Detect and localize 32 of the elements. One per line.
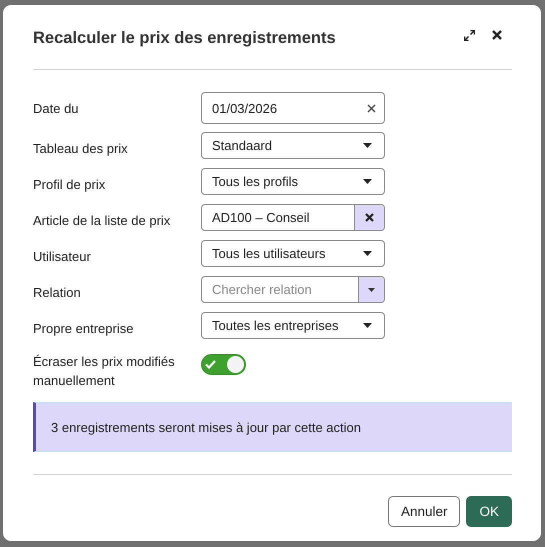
select-field[interactable]: Toutes les entreprises [201, 312, 385, 339]
field-label: Tableau des prix [33, 140, 129, 158]
field-label: Date du [33, 100, 80, 118]
selected-item-field[interactable]: AD100 – Conseil [201, 204, 385, 231]
field-label: Propre entreprise [33, 320, 134, 338]
field-label: Relation [33, 284, 82, 302]
date-field[interactable]: 01/03/2026 [201, 92, 385, 124]
dialog-title: Recalculer le prix des enregistrements [33, 28, 337, 48]
select-field[interactable]: Tous les utilisateurs [201, 240, 385, 267]
caret-icon [368, 288, 375, 292]
select-field[interactable]: Standaard [201, 132, 385, 159]
field-label: Écraser les prix modifiés manuellement [33, 353, 176, 390]
field-label: Article de la liste de prix [33, 212, 172, 230]
caret-icon [363, 251, 372, 256]
close-icon [365, 213, 374, 222]
check-icon [205, 360, 216, 369]
expand-icon[interactable] [464, 30, 475, 40]
remove-button[interactable] [354, 205, 384, 230]
search-field[interactable]: Chercher relation [201, 276, 385, 303]
select-field[interactable]: Tous les profils [201, 168, 385, 195]
info-message: 3 enregistrements seront mises à jour par cette action [33, 402, 512, 452]
caret-icon [363, 143, 372, 148]
clear-icon[interactable] [367, 104, 376, 112]
ok-button[interactable]: OK [466, 496, 512, 527]
caret-icon [363, 323, 372, 328]
field-label: Profil de prix [33, 176, 106, 194]
caret-icon [363, 179, 372, 184]
dropdown-button[interactable] [358, 277, 384, 302]
close-icon[interactable] [492, 30, 502, 40]
field-label: Utilisateur [33, 248, 92, 266]
toggle-switch[interactable] [201, 354, 246, 375]
cancel-button[interactable]: Annuler [388, 496, 460, 527]
